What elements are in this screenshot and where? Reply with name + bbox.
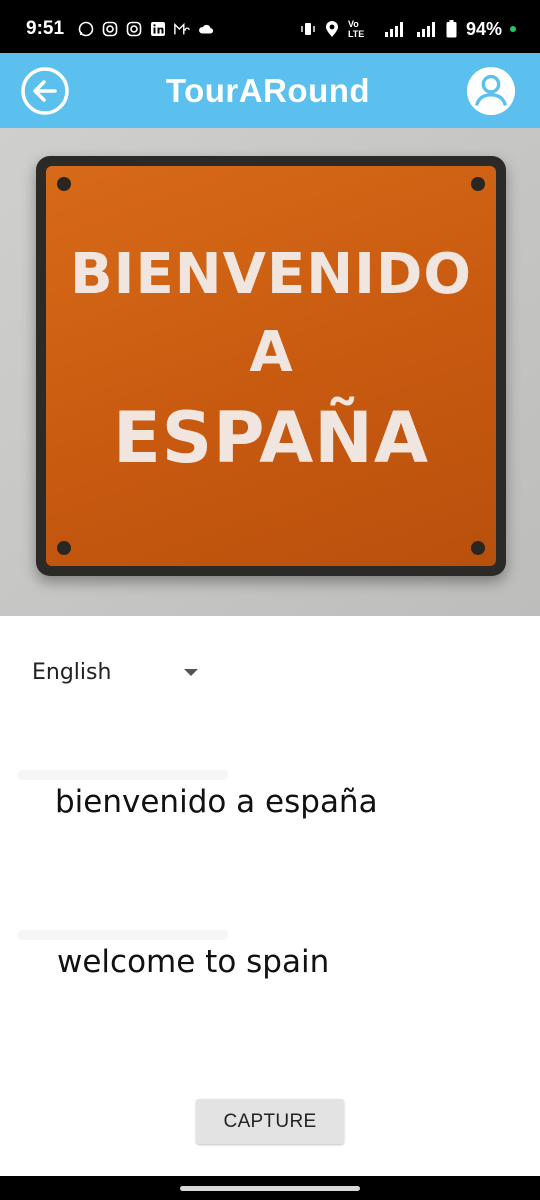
sign-text-line-3: ESPAÑA xyxy=(112,397,430,479)
translated-text: welcome to spain xyxy=(18,930,523,980)
location-icon xyxy=(324,21,340,37)
signal-icon xyxy=(414,21,438,37)
sign-text-line-1: BIENVENIDO xyxy=(69,242,473,307)
back-button[interactable] xyxy=(20,66,70,116)
cloud-icon xyxy=(198,21,214,37)
linkedin-icon xyxy=(150,21,166,37)
navigation-bar xyxy=(0,1176,540,1200)
captured-image: BIENVENIDO A ESPAÑA xyxy=(0,128,540,616)
detected-text: bienvenido a españa xyxy=(18,770,523,820)
account-circle-icon xyxy=(466,66,516,115)
language-selected: English xyxy=(32,659,112,685)
signal-4g-icon xyxy=(378,21,406,37)
screw xyxy=(57,541,71,555)
app-title: TourARound xyxy=(165,71,371,109)
privacy-dot-icon xyxy=(510,26,516,32)
app-bar: TourARound xyxy=(0,53,540,128)
instagram-icon xyxy=(102,21,118,37)
battery-icon xyxy=(446,20,458,38)
instagram-icon xyxy=(126,21,142,37)
sign-text-line-2: A xyxy=(249,320,293,385)
dropdown-arrow-icon xyxy=(184,668,198,676)
sign-frame: BIENVENIDO A ESPAÑA xyxy=(36,156,506,576)
volte-label: Vo LTE xyxy=(347,19,365,39)
gmail-icon xyxy=(174,21,190,37)
language-dropdown[interactable]: English xyxy=(32,656,202,688)
battery-percentage: 94% xyxy=(465,18,502,39)
back-arrow-icon xyxy=(21,66,69,115)
content-area: English bienvenido a españa welcome to s… xyxy=(0,616,540,1176)
status-right: Vo LTE 94% xyxy=(300,19,516,40)
status-left: 9:51 xyxy=(26,18,214,40)
sign-plate: BIENVENIDO A ESPAÑA xyxy=(46,166,496,566)
status-time: 9:51 xyxy=(26,18,65,39)
screw xyxy=(471,177,485,191)
profile-button[interactable] xyxy=(466,66,516,116)
whatsapp-icon xyxy=(78,21,94,37)
capture-button[interactable]: CAPTURE xyxy=(196,1099,344,1144)
vibrate-icon xyxy=(300,21,316,37)
screw xyxy=(57,177,71,191)
screw xyxy=(471,541,485,555)
home-indicator[interactable] xyxy=(180,1186,360,1191)
